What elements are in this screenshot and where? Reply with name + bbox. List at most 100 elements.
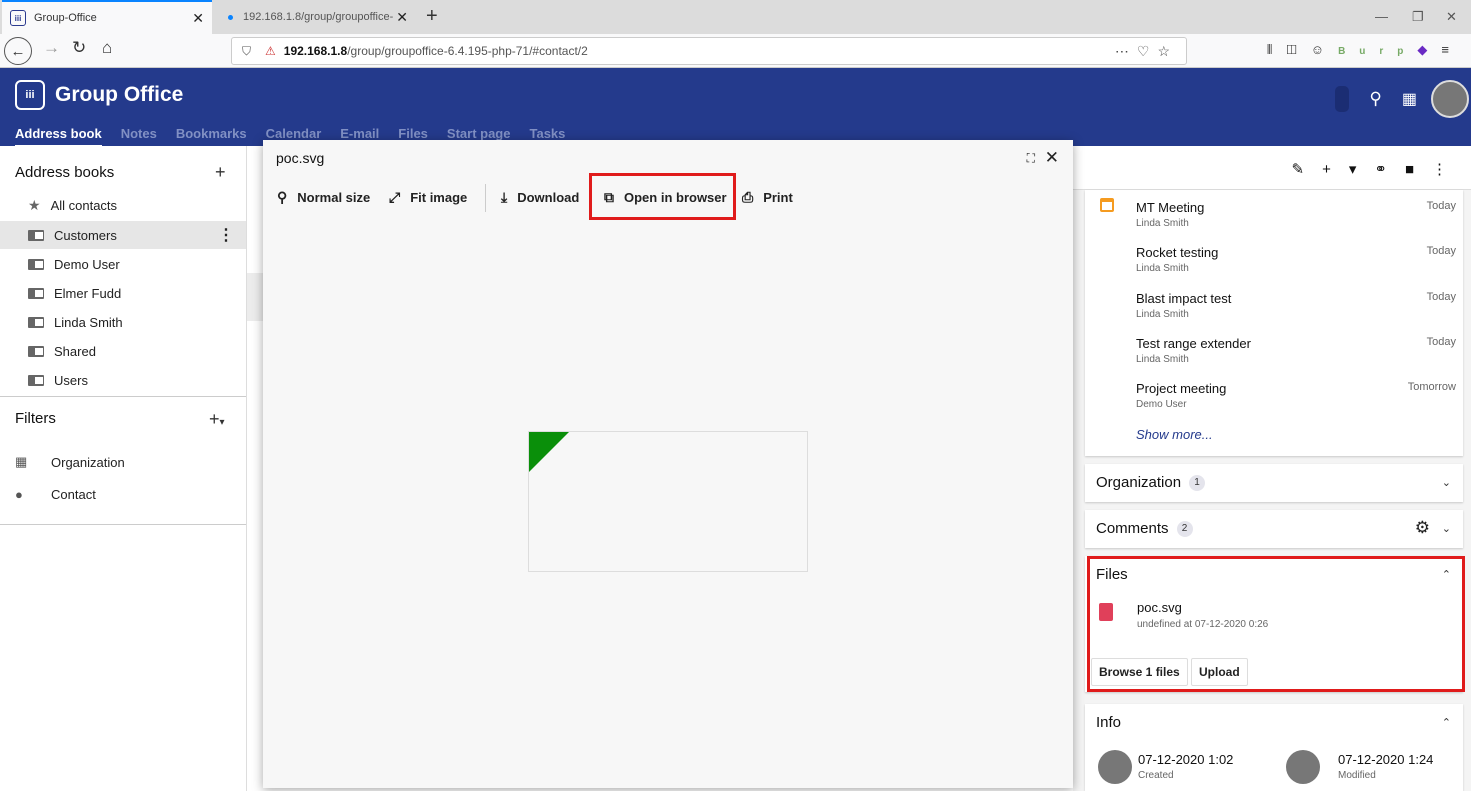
sidebar-item-customers[interactable]: Customers ⋮ [0, 221, 246, 249]
extension-icon[interactable]: ◆ [1417, 42, 1441, 57]
created-label: Created [1138, 770, 1174, 781]
event-person: Linda Smith [1136, 354, 1189, 365]
home-icon[interactable]: ⌂ [102, 38, 112, 58]
menu-icon[interactable]: ≡ [1441, 42, 1463, 57]
event-item[interactable]: Rocket testing Linda Smith Today [1136, 245, 1456, 274]
event-person: Demo User [1136, 399, 1187, 410]
add-filter-button[interactable]: +▾ [209, 409, 225, 430]
event-item[interactable]: Test range extender Linda Smith Today [1136, 336, 1456, 365]
star-icon: ★ [28, 196, 41, 213]
files-highlight-box [1087, 556, 1465, 692]
restore-icon[interactable]: ❐ [1412, 9, 1424, 25]
book-icon [28, 229, 44, 241]
event-title: Test range extender [1136, 336, 1251, 351]
event-title: Rocket testing [1136, 245, 1219, 260]
event-when: Tomorrow [1407, 381, 1456, 393]
add-dropdown-icon[interactable]: +▾ [1322, 161, 1374, 178]
close-icon[interactable]: ✕ [1045, 148, 1059, 168]
image-viewer-dialog: poc.svg ⛶ ✕ ⚲ Normal size ⤢ Fit image ⤓ … [263, 140, 1073, 788]
link-icon[interactable]: ⚭ [1374, 161, 1405, 178]
comments-card[interactable]: Comments 2 ⚙ ⌄ [1085, 510, 1463, 548]
new-tab-icon[interactable]: + [426, 5, 438, 28]
sidebar-item-label: All contacts [50, 197, 118, 213]
minimize-icon[interactable]: — [1375, 9, 1388, 24]
event-when: Today [1426, 200, 1456, 212]
more-options-icon[interactable]: ⋮ [1432, 161, 1465, 178]
chevron-down-icon[interactable]: ⌄ [1442, 476, 1451, 489]
forward-arrow-icon[interactable]: → [43, 38, 60, 58]
filter-label: Contact [51, 487, 96, 502]
sidebar-item-demo-user[interactable]: Demo User [0, 250, 246, 278]
created-date: 07-12-2020 1:02 [1138, 752, 1234, 767]
insecure-lock-icon: ⚠ [265, 44, 276, 58]
url-bar[interactable]: ⛉ ⚠ 192.168.1.8 /group/groupoffice-6.4.1… [231, 37, 1187, 65]
event-item[interactable]: Project meeting Demo User Tomorrow [1136, 381, 1456, 410]
back-arrow-icon[interactable]: ← [4, 37, 32, 65]
button-label: Print [763, 190, 793, 205]
tab-notes[interactable]: Notes [121, 126, 157, 148]
app-title: Group Office [55, 83, 184, 106]
svg-preview-graphic [529, 432, 569, 472]
download-button[interactable]: ⤓ Download [501, 189, 579, 206]
book-icon [28, 316, 44, 328]
event-item[interactable]: MT Meeting Linda Smith Today [1136, 200, 1456, 229]
open-in-browser-highlight-box [589, 173, 736, 220]
groupoffice-favicon-icon: iii [10, 10, 26, 26]
normal-size-button[interactable]: ⚲ Normal size [277, 189, 370, 206]
modified-label: Modified [1338, 770, 1376, 781]
detail-toolbar: ✎+▾⚭■⋮ [1073, 146, 1471, 190]
burp-extension-icon[interactable]: Burp [1338, 46, 1417, 57]
more-options-icon[interactable]: ⋮ [218, 225, 234, 245]
apps-grid-icon[interactable]: ▦ [1402, 89, 1417, 109]
sidebar-item-linda-smith[interactable]: Linda Smith [0, 308, 246, 336]
app-logo[interactable]: iii Group Office [15, 80, 183, 110]
browser-nav-bar: ← → ↻ ⌂ ⛉ ⚠ 192.168.1.8 /group/groupoffi… [0, 34, 1471, 68]
zoom-icon: ⚲ [277, 189, 288, 205]
filter-contact[interactable]: ● Contact [15, 487, 96, 502]
sidebar-icon[interactable]: ◫ [1286, 42, 1310, 57]
maximize-icon[interactable]: ⛶ [1027, 151, 1035, 166]
book-icon [28, 287, 44, 299]
search-icon[interactable]: ⚲ [1369, 89, 1381, 109]
loading-dot-icon [228, 14, 233, 20]
page-actions-icons[interactable]: ⋯♡☆ [1115, 43, 1178, 60]
tab-bookmarks[interactable]: Bookmarks [176, 126, 247, 148]
browser-tab-active[interactable]: iii Group-Office ✕ [2, 0, 212, 34]
sidebar-item-elmer-fudd[interactable]: Elmer Fudd [0, 279, 246, 307]
reload-icon[interactable]: ↻ [72, 38, 86, 58]
close-tab-icon[interactable]: ✕ [192, 10, 204, 27]
header-toggle[interactable] [1335, 86, 1350, 112]
edit-pencil-icon[interactable]: ✎ [1291, 161, 1322, 178]
browser-tab-inactive[interactable]: 192.168.1.8/group/groupoffice- ✕ [218, 0, 416, 34]
library-icon[interactable]: ⫴ [1267, 42, 1286, 57]
print-button[interactable]: ⎙ Print [742, 189, 793, 206]
app-header: iii Group Office ⚲ ▦ Address book Notes … [0, 68, 1471, 148]
sidebar-item-shared[interactable]: Shared [0, 337, 246, 365]
account-icon[interactable]: ☺ [1311, 42, 1338, 57]
organization-card[interactable]: Organization 1 ⌄ [1085, 464, 1463, 502]
tab-address-book[interactable]: Address book [15, 126, 102, 148]
close-window-icon[interactable]: ✕ [1446, 9, 1457, 25]
show-more-link[interactable]: Show more... [1136, 427, 1213, 442]
filter-organization[interactable]: ▦ Organization [15, 454, 125, 470]
printer-icon: ⎙ [742, 189, 754, 205]
sidebar-item-users[interactable]: Users [0, 366, 246, 394]
address-book-sidebar: Address books + ★ All contacts Customers… [0, 146, 247, 791]
chevron-down-icon[interactable]: ⌄ [1442, 522, 1451, 535]
filters-heading: Filters [15, 410, 56, 427]
address-books-heading: Address books [15, 164, 115, 181]
chevron-up-icon[interactable]: ⌃ [1442, 716, 1451, 729]
event-item[interactable]: Blast impact test Linda Smith Today [1136, 291, 1456, 320]
user-avatar[interactable] [1431, 80, 1469, 118]
folder-icon[interactable]: ■ [1405, 161, 1432, 178]
fit-image-button[interactable]: ⤢ Fit image [389, 189, 467, 206]
sidebar-item-all-contacts[interactable]: ★ All contacts [0, 191, 246, 219]
person-icon: ● [15, 487, 23, 502]
browser-toolbar-icons[interactable]: ⫴◫☺Burp◆≡ [1267, 42, 1463, 58]
selected-contact-row[interactable] [247, 273, 263, 321]
button-label: Normal size [297, 190, 371, 205]
close-tab-icon[interactable]: ✕ [396, 9, 408, 26]
gear-icon[interactable]: ⚙ [1415, 518, 1430, 538]
add-address-book-button[interactable]: + [215, 162, 226, 183]
info-card: Info ⌃ 07-12-2020 1:02 Created 07-12-202… [1085, 704, 1463, 791]
